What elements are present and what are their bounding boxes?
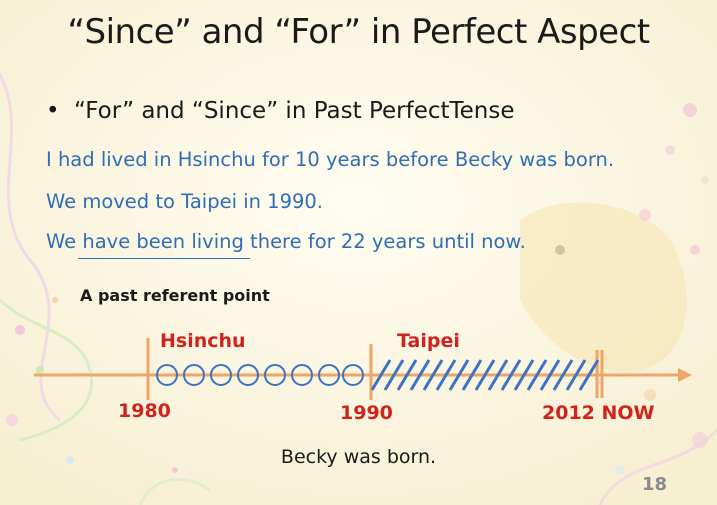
sentence-3-end: there for 22 years until now.: [243, 230, 526, 253]
slide-title: “Since” and “For” in Perfect Aspect: [67, 12, 650, 52]
page-number: 18: [641, 474, 667, 495]
timeline-year-start: 1980: [118, 400, 171, 422]
example-sentence-2: We moved to Taipei in 1990.: [46, 190, 323, 213]
timeline-label-hsinchu: Hsinchu: [160, 330, 246, 352]
example-sentence-1: I had lived in Hsinchu for 10 years befo…: [46, 148, 615, 171]
bullet-icon: •: [46, 98, 60, 124]
timeline-label-taipei: Taipei: [397, 330, 460, 352]
bullet-text: “For” and “Since” in Past PerfectTense: [74, 98, 515, 124]
timeline-year-mid: 1990: [340, 402, 393, 424]
bullet-point: • “For” and “Since” in Past PerfectTense: [46, 98, 515, 124]
timeline-year-end: 2012 NOW: [542, 402, 655, 424]
example-sentence-3: We have been living there for 22 years u…: [46, 230, 526, 253]
slide: “Since” and “For” in Perfect Aspect • “Fo…: [0, 0, 717, 505]
sentence-3-start: We: [46, 230, 83, 253]
timeline-caption: Becky was born.: [280, 446, 437, 468]
subheading: A past referent point: [80, 286, 270, 305]
underlined-verb-phrase: have been living: [82, 230, 244, 253]
